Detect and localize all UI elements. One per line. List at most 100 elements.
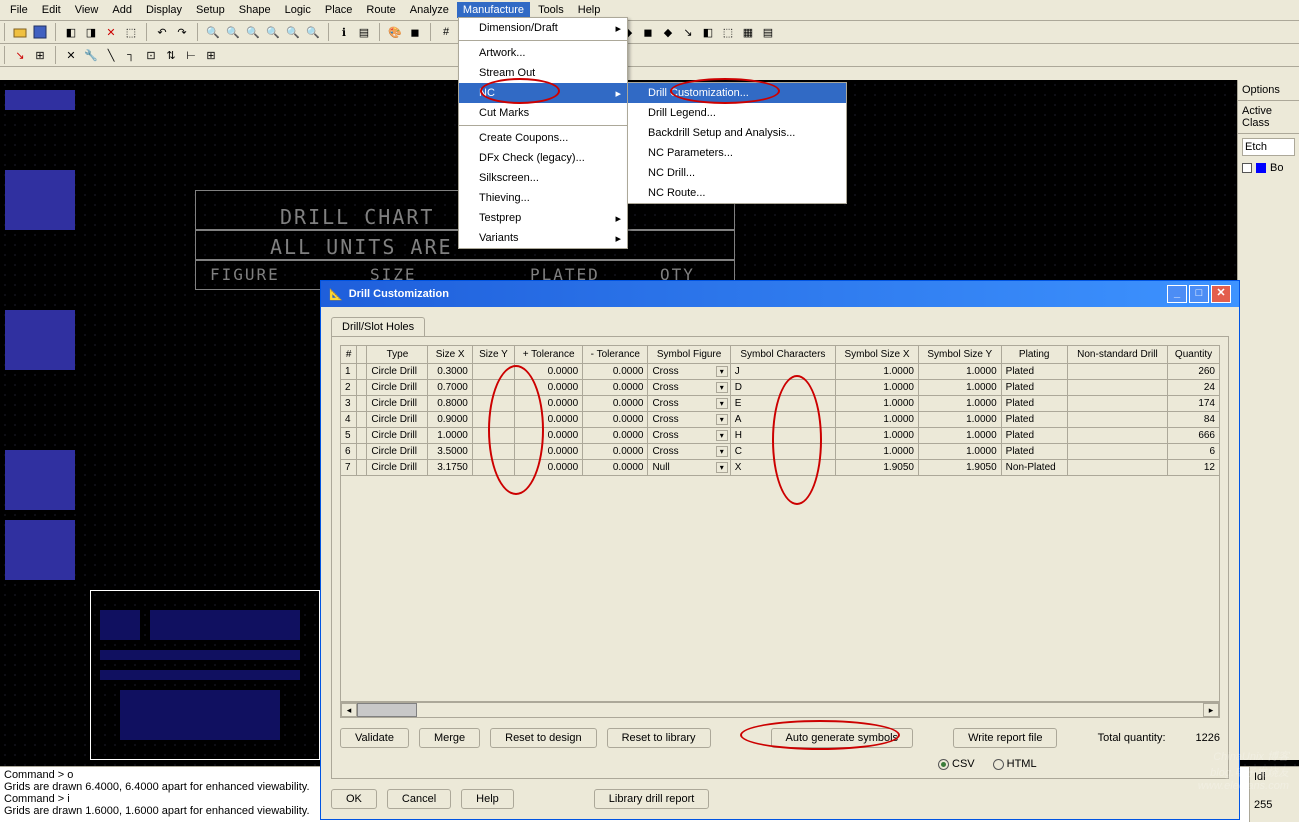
tool-icon[interactable]: ◨	[82, 23, 100, 41]
cell[interactable]: Non-Plated	[1001, 460, 1067, 476]
cell[interactable]: 0.0000	[515, 444, 583, 460]
cell[interactable]: 1.0000	[836, 380, 919, 396]
cell[interactable]: 0.7000	[428, 380, 472, 396]
cell[interactable]: E	[730, 396, 835, 412]
cell[interactable]: 1.0000	[918, 364, 1001, 380]
cell[interactable]	[357, 460, 367, 476]
cell[interactable]	[472, 380, 514, 396]
cell[interactable]: Cross	[648, 364, 730, 380]
cell[interactable]	[357, 364, 367, 380]
menu-item-silkscreen-[interactable]: Silkscreen...	[459, 168, 627, 188]
menu-help[interactable]: Help	[572, 2, 607, 18]
col-header[interactable]: Plating	[1001, 346, 1067, 364]
col-header[interactable]: - Tolerance	[583, 346, 648, 364]
scroll-right-icon[interactable]: ▸	[1203, 703, 1219, 717]
tool-icon[interactable]: ⊞	[202, 46, 220, 64]
dialog-titlebar[interactable]: 📐 Drill Customization _ □ ✕	[321, 281, 1239, 307]
col-header[interactable]: + Tolerance	[515, 346, 583, 364]
tool-icon[interactable]: ◧	[62, 23, 80, 41]
grid-icon[interactable]: #	[437, 23, 455, 41]
cell[interactable]	[357, 396, 367, 412]
minimize-button[interactable]: _	[1167, 285, 1187, 303]
cell[interactable]	[357, 444, 367, 460]
tool-icon[interactable]: ◆	[659, 23, 677, 41]
cell[interactable]: 1.0000	[428, 428, 472, 444]
etch-select[interactable]: Etch	[1242, 138, 1295, 156]
cell[interactable]: 0.9000	[428, 412, 472, 428]
table-row[interactable]: 5Circle Drill1.00000.00000.0000CrossH1.0…	[341, 428, 1220, 444]
cell[interactable]: Cross	[648, 380, 730, 396]
ok-button[interactable]: OK	[331, 789, 377, 809]
cell[interactable]: 6	[341, 444, 357, 460]
menu-analyze[interactable]: Analyze	[404, 2, 455, 18]
menu-item-dimension-draft[interactable]: Dimension/Draft▸	[459, 18, 627, 38]
auto-generate-symbols-button[interactable]: Auto generate symbols	[771, 728, 914, 748]
cell[interactable]	[1067, 460, 1167, 476]
menu-item-stream-out[interactable]: Stream Out	[459, 63, 627, 83]
cell[interactable]: 0.0000	[583, 444, 648, 460]
cell[interactable]: 3.1750	[428, 460, 472, 476]
cell[interactable]: Cross	[648, 444, 730, 460]
menu-item-nc-drill-[interactable]: NC Drill...	[628, 163, 846, 183]
cell[interactable]: Cross	[648, 396, 730, 412]
tool-icon[interactable]: 🔧	[82, 46, 100, 64]
cell[interactable]	[1067, 380, 1167, 396]
tool-icon[interactable]: ⬚	[122, 23, 140, 41]
scroll-left-icon[interactable]: ◂	[341, 703, 357, 717]
cell[interactable]	[472, 412, 514, 428]
menu-display[interactable]: Display	[140, 2, 188, 18]
cell[interactable]: 1.0000	[918, 428, 1001, 444]
cell[interactable]	[357, 380, 367, 396]
cell[interactable]: 0.0000	[583, 364, 648, 380]
zoom-out-icon[interactable]: 🔍	[224, 23, 242, 41]
reset-library-button[interactable]: Reset to library	[607, 728, 711, 748]
menu-manufacture[interactable]: Manufacture	[457, 2, 530, 18]
horizontal-scrollbar[interactable]: ◂ ▸	[340, 702, 1220, 718]
tool-icon[interactable]: ◼	[639, 23, 657, 41]
tool-icon[interactable]: ◧	[699, 23, 717, 41]
cell[interactable]: Cross	[648, 412, 730, 428]
cell[interactable]	[357, 428, 367, 444]
cell[interactable]: 260	[1168, 364, 1220, 380]
cell[interactable]: C	[730, 444, 835, 460]
table-row[interactable]: 1Circle Drill0.30000.00000.0000CrossJ1.0…	[341, 364, 1220, 380]
cell[interactable]: 7	[341, 460, 357, 476]
cell[interactable]: Circle Drill	[367, 364, 428, 380]
table-row[interactable]: 7Circle Drill3.17500.00000.0000NullX1.90…	[341, 460, 1220, 476]
menu-item-backdrill-setup-and-analysis-[interactable]: Backdrill Setup and Analysis...	[628, 123, 846, 143]
redo-icon[interactable]: ↷	[173, 23, 191, 41]
menu-item-drill-customization-[interactable]: Drill Customization...	[628, 83, 846, 103]
col-header[interactable]: Quantity	[1168, 346, 1220, 364]
tool-icon[interactable]: ↘	[11, 46, 29, 64]
tool-icon[interactable]: ╲	[102, 46, 120, 64]
cell[interactable]: Circle Drill	[367, 380, 428, 396]
zoom-fit-icon[interactable]: 🔍	[244, 23, 262, 41]
cell[interactable]: 0.3000	[428, 364, 472, 380]
layers-icon[interactable]: ▤	[355, 23, 373, 41]
cell[interactable]: 1.9050	[918, 460, 1001, 476]
menu-item-nc-route-[interactable]: NC Route...	[628, 183, 846, 203]
cell[interactable]	[1067, 428, 1167, 444]
cell[interactable]	[472, 364, 514, 380]
cell[interactable]: Plated	[1001, 396, 1067, 412]
cell[interactable]: 0.0000	[515, 460, 583, 476]
merge-button[interactable]: Merge	[419, 728, 480, 748]
col-header[interactable]: Symbol Figure	[648, 346, 730, 364]
menu-setup[interactable]: Setup	[190, 2, 231, 18]
col-header[interactable]: Symbol Size Y	[918, 346, 1001, 364]
tool-icon[interactable]: ⬚	[719, 23, 737, 41]
cell[interactable]	[472, 396, 514, 412]
cell[interactable]: 84	[1168, 412, 1220, 428]
validate-button[interactable]: Validate	[340, 728, 409, 748]
zoom-icon[interactable]: 🔍	[304, 23, 322, 41]
cell[interactable]: 1.0000	[836, 412, 919, 428]
cell[interactable]: H	[730, 428, 835, 444]
menu-shape[interactable]: Shape	[233, 2, 277, 18]
col-header[interactable]	[357, 346, 367, 364]
tool-icon[interactable]: ▤	[759, 23, 777, 41]
col-header[interactable]: Size X	[428, 346, 472, 364]
cell[interactable]: Circle Drill	[367, 412, 428, 428]
cell[interactable]: 0.0000	[515, 380, 583, 396]
cell[interactable]: Cross	[648, 428, 730, 444]
cell[interactable]: 0.0000	[583, 380, 648, 396]
